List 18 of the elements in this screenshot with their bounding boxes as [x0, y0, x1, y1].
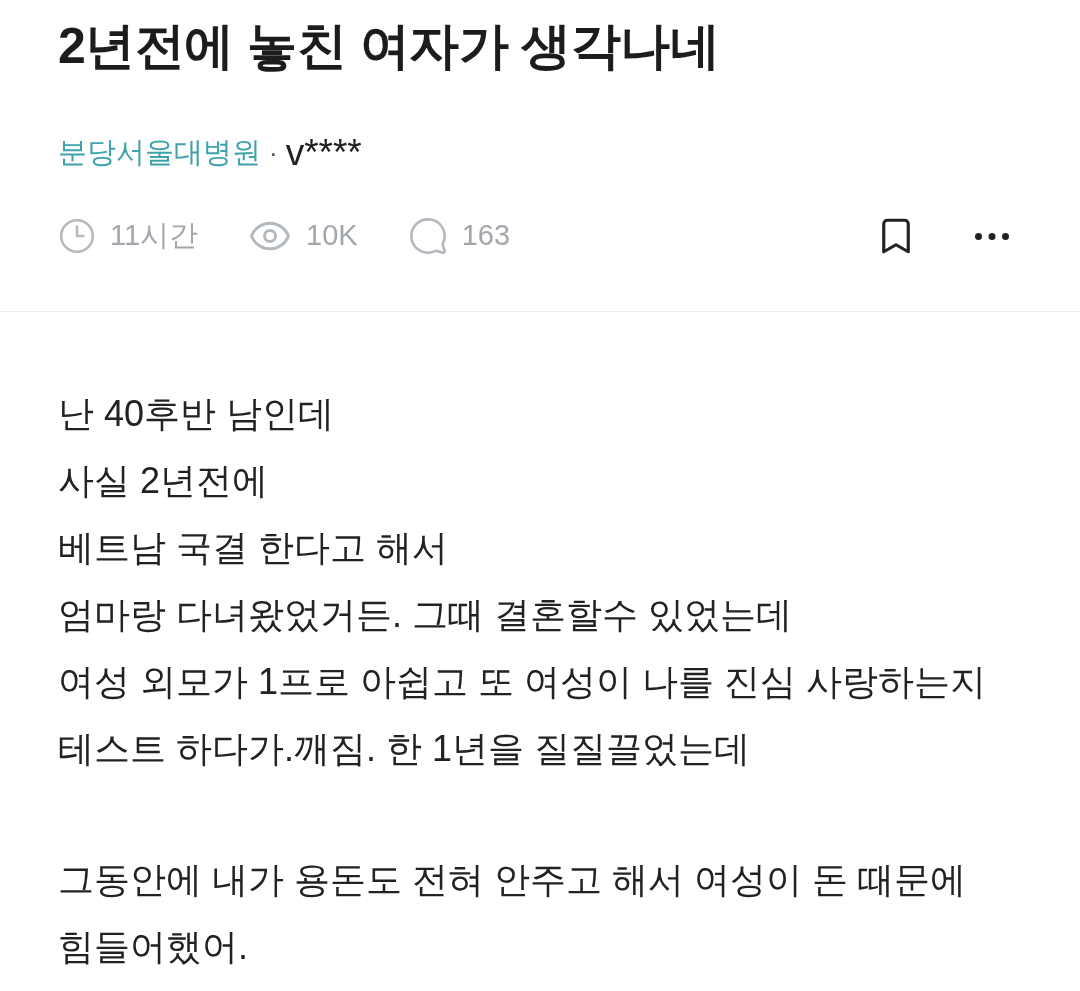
body-text-line: 베트남 국결 한다고 해서 [58, 526, 449, 570]
community-link[interactable]: 분당서울대병원 [58, 131, 261, 175]
body-text-line: 힘들어했어. [58, 925, 249, 969]
stat-value: 10K [306, 218, 358, 254]
body-text-line: 엄마랑 다녀왔었거든. 그때 결혼할수 있었는데 [58, 593, 793, 637]
speech-bubble-icon [407, 216, 448, 256]
post-title: 2년전에 놓친 여자가 생각나네 [58, 17, 721, 76]
body-text-line: 여성 외모가 1프로 아쉽고 또 여성이 나를 진심 사랑하는지 [58, 660, 988, 704]
body-text-line: 난 40후반 남인데 [58, 392, 336, 436]
stat-value: 163 [461, 218, 511, 254]
stat-value: 11시간 [110, 218, 199, 254]
body-text-line: 테스트 하다가.깨짐. 한 1년을 질질끌었는데 [58, 727, 752, 771]
clock-icon [58, 217, 96, 255]
body-text-line: 그동안에 내가 용돈도 전혀 안주고 해서 여성이 돈 때문에 [58, 858, 967, 902]
separator-dot: · [269, 136, 278, 170]
more-icon [975, 232, 1009, 240]
body-text-line: 사실 2년전에 [58, 459, 270, 503]
author-name: v**** [285, 131, 362, 176]
